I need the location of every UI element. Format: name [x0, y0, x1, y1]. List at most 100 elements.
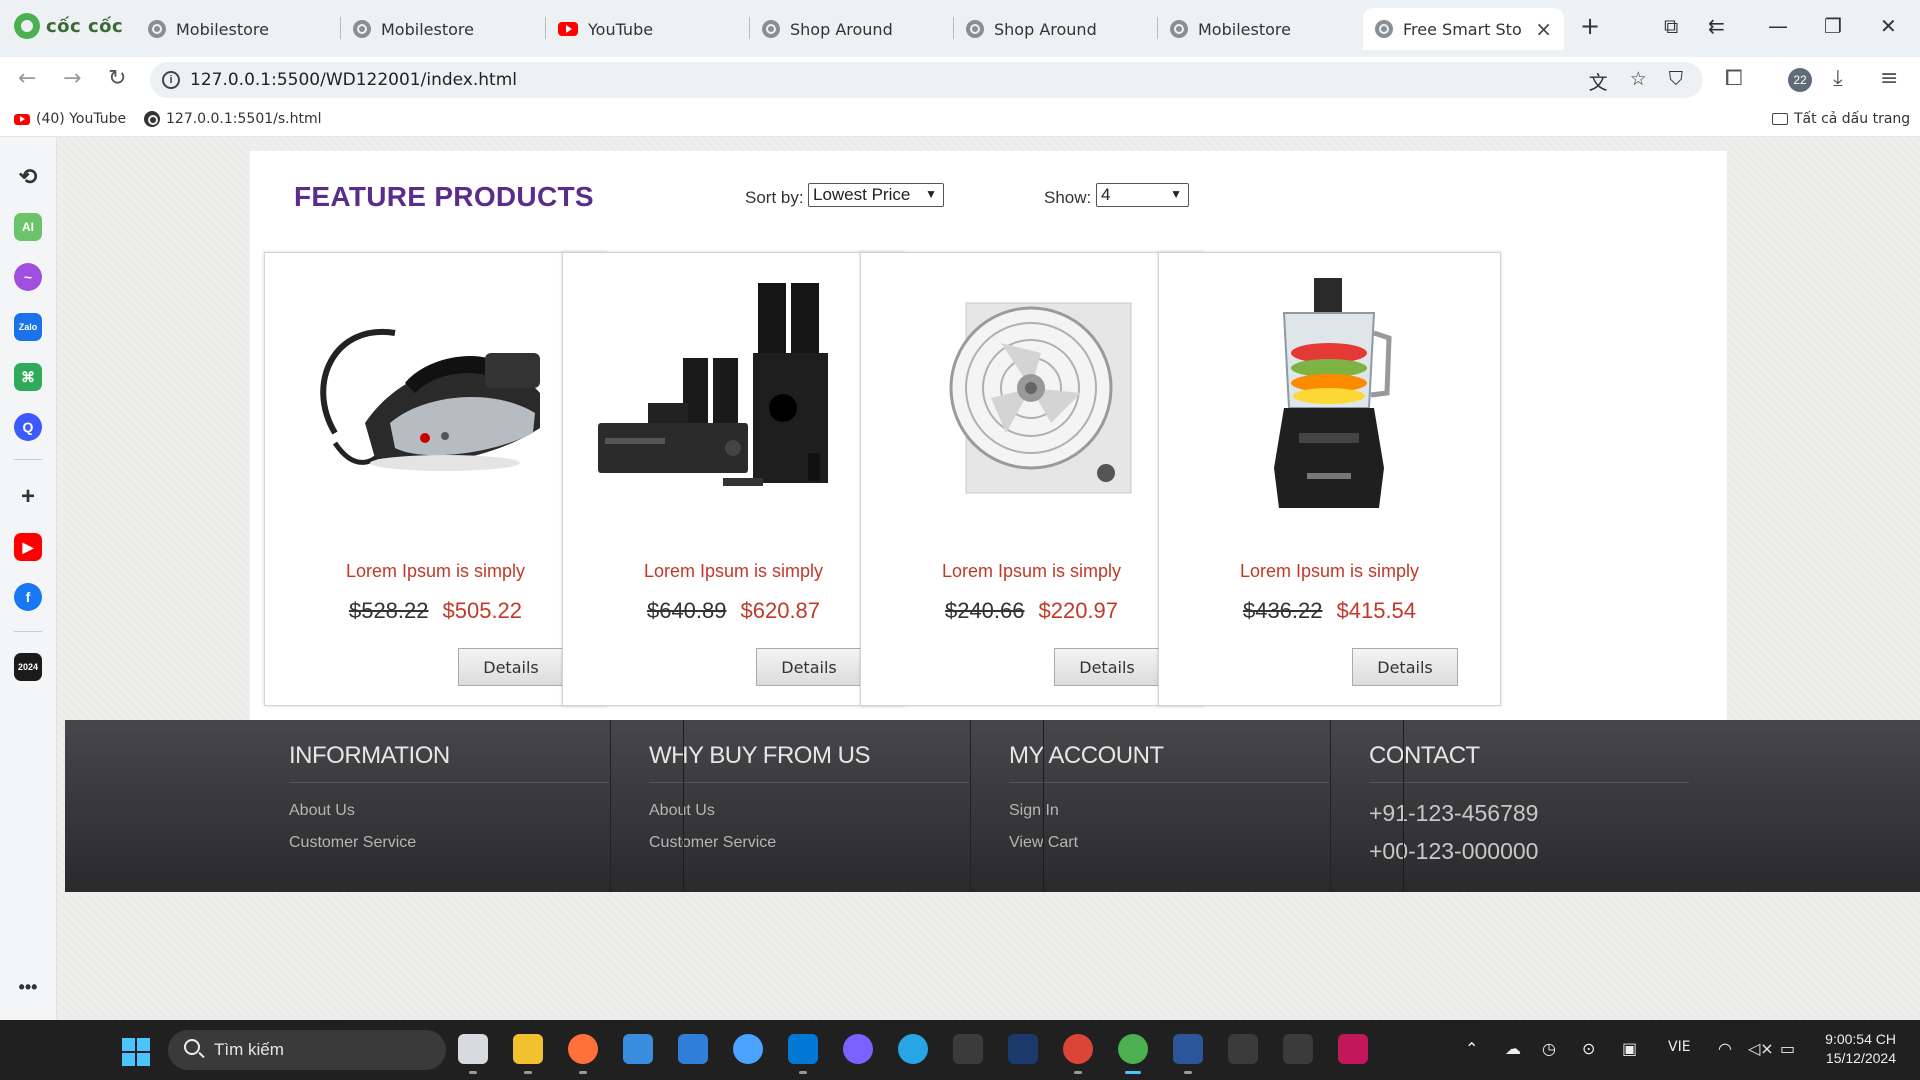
close-window-icon[interactable]: ✕	[1880, 14, 1897, 38]
editor-icon[interactable]: ▣	[1622, 1039, 1637, 1058]
minimize-icon[interactable]: —	[1768, 14, 1788, 38]
photos-icon[interactable]	[678, 1034, 708, 1064]
tab-youtube[interactable]: YouTube	[546, 8, 736, 50]
show-select[interactable]: 4 ▼	[1096, 183, 1189, 207]
bookmark-local[interactable]: 127.0.0.1:5501/s.html	[144, 111, 322, 127]
coccoc-logo[interactable]: cốc cốc	[14, 13, 123, 39]
tab-actions-icon[interactable]: ⇇	[1708, 14, 1725, 38]
word-icon[interactable]	[1173, 1034, 1203, 1064]
wifi-icon[interactable]: ◠	[1718, 1039, 1732, 1058]
sort-select[interactable]: Lowest Price ▼	[808, 183, 944, 207]
url-text[interactable]: 127.0.0.1:5500/WD122001/index.html	[190, 70, 517, 90]
product-title[interactable]: Lorem Ipsum is simply	[861, 561, 1202, 582]
menu-icon[interactable]: ≡	[1880, 66, 1898, 91]
site-info-icon[interactable]: i	[162, 71, 180, 89]
tab-mobilestore-2[interactable]: Mobilestore	[341, 8, 531, 50]
bookmark-youtube[interactable]: (40) YouTube	[14, 111, 126, 127]
app-icon[interactable]	[623, 1034, 653, 1064]
new-tab-icon[interactable]: +	[1580, 12, 1600, 40]
battery-icon[interactable]: ▭	[1780, 1039, 1795, 1058]
translate-icon[interactable]: 文	[1589, 68, 1608, 95]
chrome-icon[interactable]	[1063, 1034, 1093, 1064]
system-clock[interactable]: 9:00:54 CH 15/12/2024	[1825, 1030, 1896, 1068]
food-processor-image[interactable]	[1189, 273, 1472, 538]
old-price: $240.66	[944, 598, 1025, 623]
chevron-down-icon: ▼	[1170, 187, 1182, 201]
product-title[interactable]: Lorem Ipsum is simply	[563, 561, 904, 582]
download-icon[interactable]: ⤓	[1833, 66, 1843, 91]
onedrive-icon[interactable]: ☁	[1505, 1039, 1521, 1058]
facebook-icon[interactable]: f	[14, 583, 42, 611]
footer-link-customer-service[interactable]: Customer Service	[649, 834, 776, 852]
tab-free-smart-store[interactable]: Free Smart Store ×	[1363, 8, 1564, 50]
q-app-icon[interactable]: Q	[14, 413, 42, 441]
product-card[interactable]: Lorem Ipsum is simply $640.89 $620.87 Det…	[562, 252, 905, 706]
game-icon[interactable]: ⌘	[14, 363, 42, 391]
tab-shop-around-2[interactable]: Shop Around	[954, 8, 1144, 50]
shield-icon[interactable]: ⛉	[1669, 68, 1683, 95]
add-icon[interactable]: +	[14, 483, 42, 511]
ai-icon[interactable]: AI	[14, 213, 42, 241]
footer-link-about[interactable]: About Us	[289, 802, 355, 820]
home-theater-image[interactable]	[593, 273, 876, 538]
volume-muted-icon[interactable]: ◁×	[1748, 1039, 1774, 1058]
steam-iron-image[interactable]	[295, 273, 578, 538]
extensions-icon[interactable]: ⧠	[1725, 66, 1743, 91]
steam-icon[interactable]: ⊙	[1582, 1039, 1595, 1058]
product-card[interactable]: Lorem Ipsum is simply $436.22 $415.54 Det…	[1158, 252, 1501, 706]
zalo-icon[interactable]: Zalo	[14, 313, 42, 341]
file-explorer-icon[interactable]	[513, 1034, 543, 1064]
vscode-icon[interactable]	[788, 1034, 818, 1064]
product-title[interactable]: Lorem Ipsum is simply	[1159, 561, 1500, 582]
product-title[interactable]: Lorem Ipsum is simply	[265, 561, 606, 582]
details-button[interactable]: Details	[756, 648, 862, 686]
restore-icon[interactable]: ❐	[1824, 14, 1842, 38]
history-icon[interactable]: ⟲	[14, 163, 42, 191]
footer-link-sign-in[interactable]: Sign In	[1009, 802, 1059, 820]
firefox-icon[interactable]	[568, 1034, 598, 1064]
toolbar: ← → ↻ i 127.0.0.1:5500/WD122001/index.ht…	[0, 57, 1920, 103]
devc-icon[interactable]	[1008, 1034, 1038, 1064]
fork-icon[interactable]	[733, 1034, 763, 1064]
tray-chevron-icon[interactable]: ⌃	[1465, 1039, 1478, 1058]
rider-icon[interactable]	[1338, 1034, 1368, 1064]
telegram-icon[interactable]	[898, 1034, 928, 1064]
clock-app-icon[interactable]: ◷	[1542, 1039, 1556, 1058]
coccoc-icon[interactable]	[1118, 1034, 1148, 1064]
more-icon[interactable]: •••	[14, 973, 42, 1001]
copilot-icon[interactable]	[843, 1034, 873, 1064]
youtube-icon[interactable]: ▶	[14, 533, 42, 561]
details-button[interactable]: Details	[1352, 648, 1458, 686]
tab-shop-around-1[interactable]: Shop Around	[750, 8, 940, 50]
footer-link-customer-service[interactable]: Customer Service	[289, 834, 416, 852]
logo-text: cốc cốc	[46, 15, 124, 37]
close-tab-icon[interactable]: ×	[1535, 17, 1552, 41]
address-bar[interactable]: i 127.0.0.1:5500/WD122001/index.html 文 ☆…	[150, 62, 1703, 98]
product-card[interactable]: Lorem Ipsum is simply $528.22 $505.22 Det…	[264, 252, 607, 706]
footer-link-about[interactable]: About Us	[649, 802, 715, 820]
language-indicator[interactable]: VIE	[1668, 1039, 1691, 1055]
unity-icon[interactable]	[953, 1034, 983, 1064]
task-view-icon[interactable]	[458, 1034, 488, 1064]
details-button[interactable]: Details	[458, 648, 564, 686]
forward-icon[interactable]: →	[63, 66, 81, 91]
unity-hub-icon[interactable]	[1228, 1034, 1258, 1064]
back-icon[interactable]: ←	[18, 66, 36, 91]
product-card[interactable]: Lorem Ipsum is simply $240.66 $220.97 Det…	[860, 252, 1203, 706]
all-bookmarks[interactable]: Tất cả dấu trang	[1772, 111, 1910, 127]
profile-avatar[interactable]: 22	[1788, 68, 1812, 92]
reload-icon[interactable]: ↻	[108, 66, 126, 91]
bookmark-star-icon[interactable]: ☆	[1630, 68, 1647, 95]
windows-start-icon[interactable]	[122, 1038, 150, 1066]
taskbar-search[interactable]: Tìm kiếm	[168, 1030, 446, 1070]
coccoc-2024-icon[interactable]: 2024	[14, 653, 42, 681]
details-button[interactable]: Details	[1054, 648, 1160, 686]
search-tabs-icon[interactable]: ⧉	[1664, 14, 1678, 38]
messenger-icon[interactable]: ~	[14, 263, 42, 291]
tab-mobilestore-1[interactable]: Mobilestore	[136, 8, 326, 50]
unity-editor-icon[interactable]	[1283, 1034, 1313, 1064]
box-fan-image[interactable]	[891, 273, 1174, 538]
globe-icon	[966, 20, 984, 38]
tab-mobilestore-3[interactable]: Mobilestore	[1158, 8, 1348, 50]
globe-icon	[762, 20, 780, 38]
